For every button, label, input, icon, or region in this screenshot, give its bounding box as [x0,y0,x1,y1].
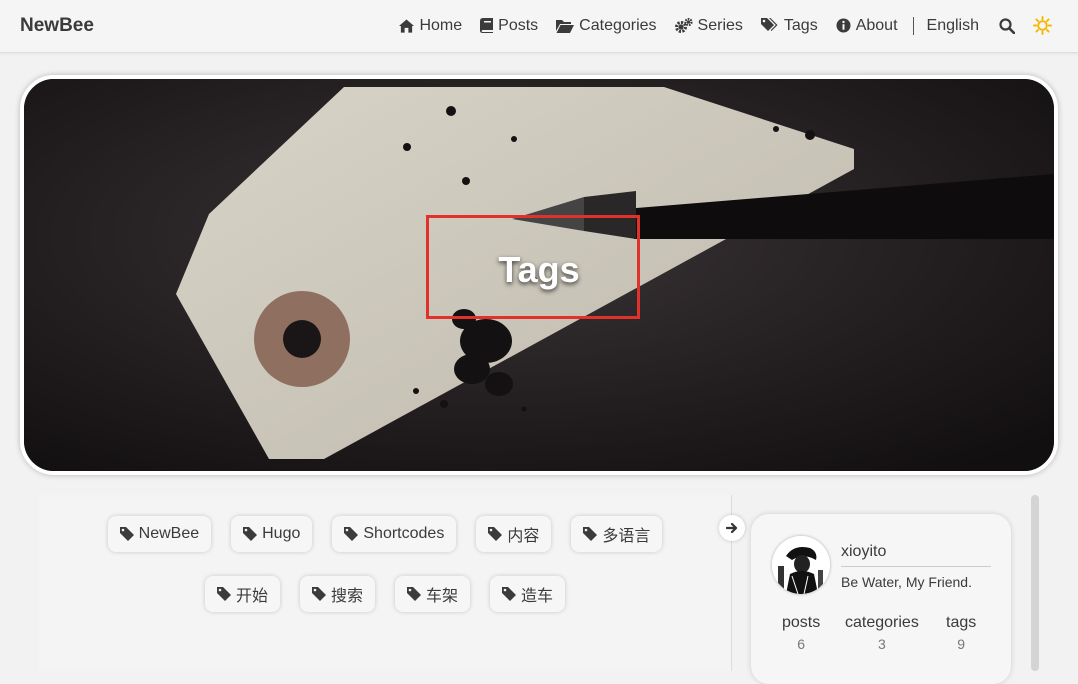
nav-categories-label: Categories [579,16,657,34]
site-brand[interactable]: NewBee [20,15,94,37]
nav-posts-label: Posts [498,16,539,34]
nav-about-label: About [855,16,898,34]
tag-icon [488,527,503,541]
tag-icon [311,587,326,601]
tag-cloud-panel: NewBee Hugo Shortcodes 内容 多语言 开始 搜索 车架 造… [39,495,732,671]
tag-search[interactable]: 搜索 [299,576,375,612]
tag-label: 多语言 [602,528,651,545]
tag-label: 内容 [507,528,540,545]
nav-categories[interactable]: Categories [556,16,657,35]
top-navbar: NewBee Home Posts Categories Series Tags… [0,0,1078,53]
nav-home-label: Home [419,16,463,34]
tag-label: 开始 [235,588,268,605]
tag-row-1: NewBee Hugo Shortcodes 内容 多语言 [39,516,731,552]
tag-label: 造车 [521,588,554,605]
stat-value: 3 [878,636,886,652]
nav-about[interactable]: About [836,17,898,35]
language-switcher[interactable]: English [927,17,979,35]
tags-icon [760,18,778,31]
tag-label: 搜索 [330,588,363,605]
stat-tags[interactable]: tags 9 [946,614,976,652]
nav-series[interactable]: Series [674,16,743,35]
highlight-box [426,215,640,319]
avatar-image [772,536,830,594]
profile-divider [841,566,991,567]
tag-icon [344,527,359,541]
tag-label: Hugo [262,525,301,542]
tag-content[interactable]: 内容 [476,516,552,552]
nav-divider [912,16,914,35]
scrollbar[interactable] [1031,495,1039,671]
nav-posts[interactable]: Posts [480,17,538,35]
cogs-icon [674,18,693,33]
book-icon [480,18,494,33]
tag-icon [502,587,517,601]
tag-icon [583,527,598,541]
stat-categories[interactable]: categories 3 [845,614,919,652]
nav-tags[interactable]: Tags [760,16,818,35]
profile-name[interactable]: xioyito [841,543,886,561]
avatar[interactable] [772,536,830,594]
tag-label: 车架 [426,588,459,605]
tag-label: NewBee [138,525,200,542]
theme-toggle-button[interactable] [1033,16,1052,35]
tag-label: Shortcodes [363,525,445,542]
tag-frame[interactable]: 车架 [395,576,471,612]
home-icon [399,18,415,33]
stat-value: 9 [957,636,966,652]
search-button[interactable] [999,17,1015,34]
stat-posts[interactable]: posts 6 [782,614,820,652]
stat-value: 6 [797,636,806,652]
nav-tags-label: Tags [783,16,818,34]
profile-card: xioyito Be Water, My Friend. posts 6 cat… [751,514,1011,684]
main-nav: Home Posts Categories Series Tags About … [399,16,1052,35]
tag-icon [216,587,231,601]
nav-series-label: Series [697,16,743,34]
sidebar-toggle-button[interactable] [719,515,745,541]
stat-label: tags [946,614,977,631]
sun-icon [1033,16,1052,35]
profile-motto: Be Water, My Friend. [841,574,972,590]
tag-hugo[interactable]: Hugo [231,516,313,552]
info-circle-icon [836,18,851,33]
folder-open-icon [556,19,575,33]
stat-label: posts [782,614,821,631]
search-icon [999,17,1015,34]
tag-icon [407,587,421,601]
tag-icon [243,527,258,541]
tag-shortcodes[interactable]: Shortcodes [332,516,457,552]
nav-home[interactable]: Home [399,17,462,35]
tag-getting-started[interactable]: 开始 [204,576,280,612]
tag-icon [119,527,134,541]
stat-label: categories [845,614,919,631]
arrow-right-icon [726,522,738,534]
tag-multilingual[interactable]: 多语言 [571,516,663,552]
tag-car-building[interactable]: 造车 [490,576,566,612]
tag-newbee[interactable]: NewBee [107,516,212,552]
tag-row-2: 开始 搜索 车架 造车 [39,576,731,612]
